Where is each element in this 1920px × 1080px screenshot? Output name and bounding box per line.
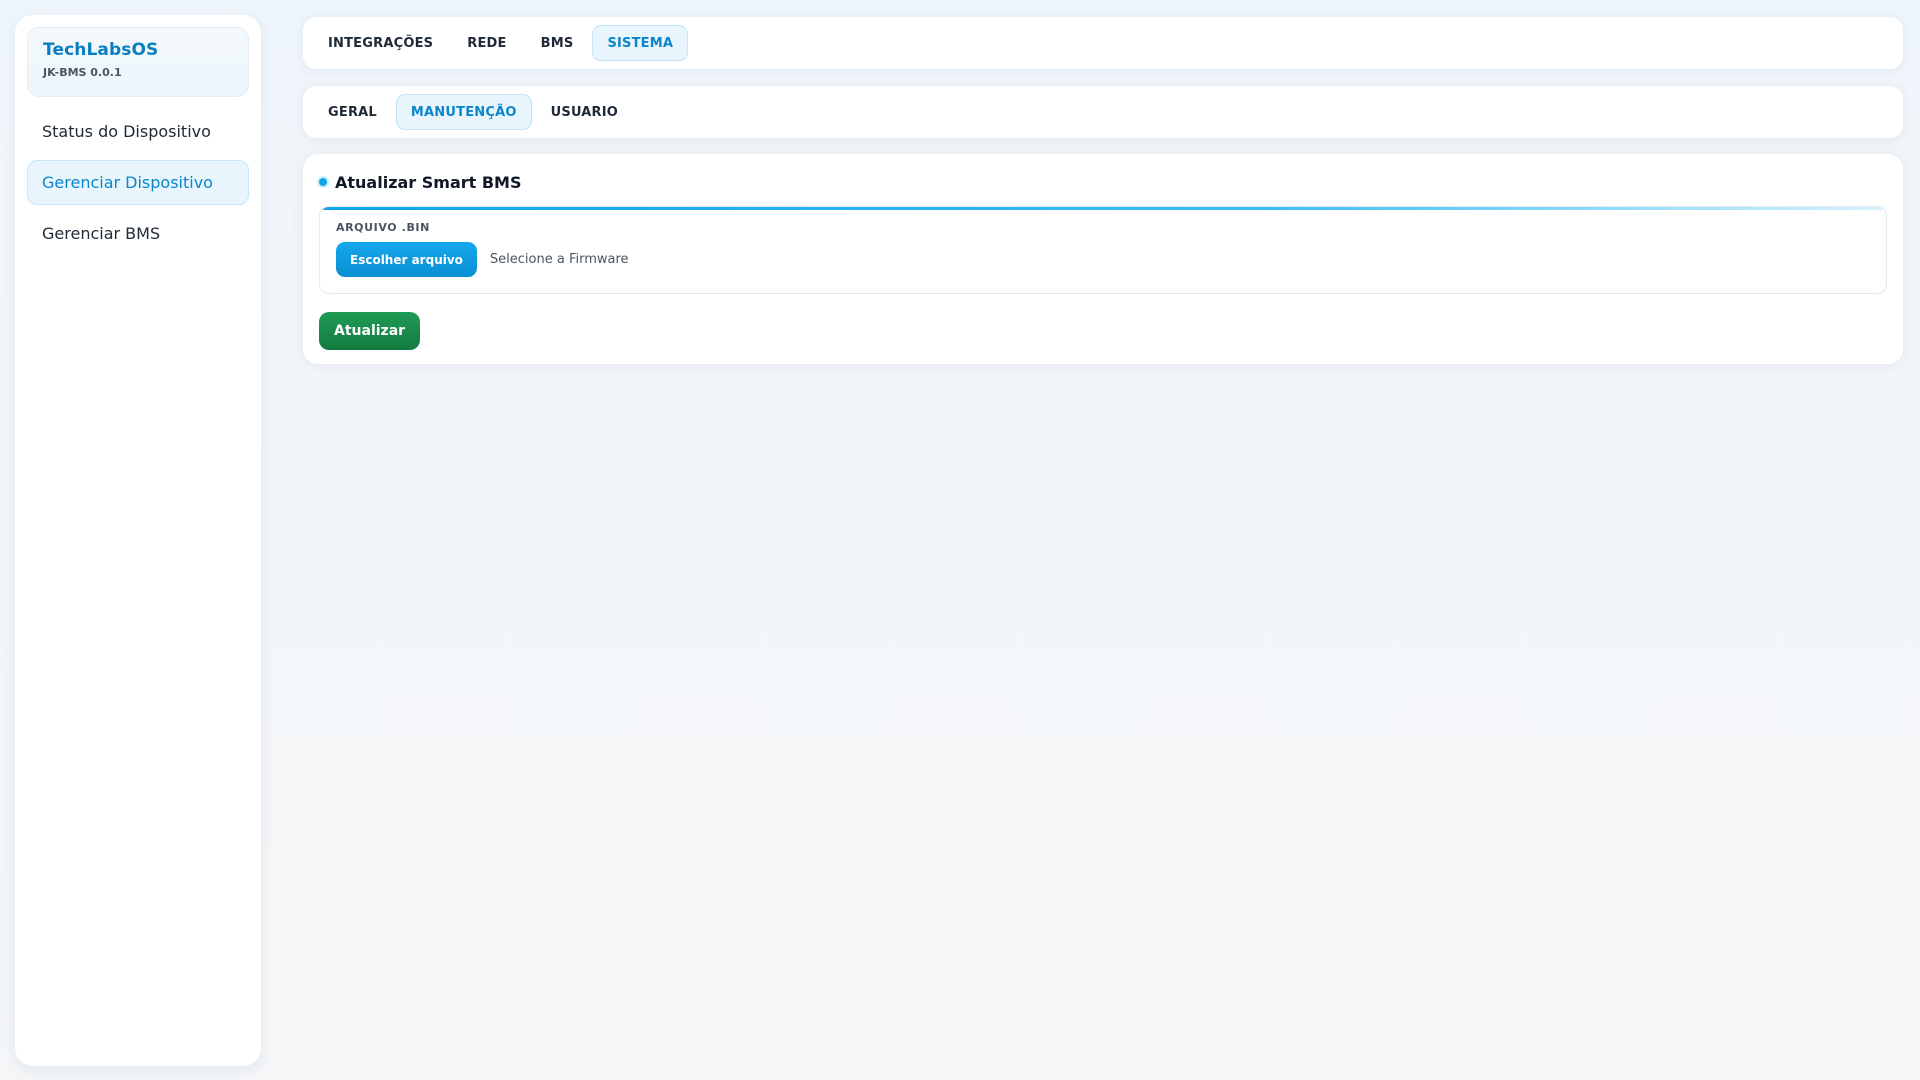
sidebar: TechLabsOS JK-BMS 0.0.1 Status do Dispos… <box>15 15 261 1066</box>
file-input-row: Escolher arquivo Selecione a Firmware <box>336 242 1870 277</box>
brand-card: TechLabsOS JK-BMS 0.0.1 <box>27 27 249 97</box>
sidebar-item-label: Gerenciar BMS <box>42 224 161 243</box>
tab-geral[interactable]: GERAL <box>313 94 392 130</box>
tab-integracoes[interactable]: INTEGRAÇÕES <box>313 25 448 61</box>
top-tab-bar: INTEGRAÇÕES REDE BMS SISTEMA <box>302 16 1904 70</box>
file-hint-text: Selecione a Firmware <box>489 252 629 267</box>
sub-tab-bar: GERAL MANUTENÇÃO USUARIO <box>302 85 1904 139</box>
sidebar-item-gerenciar-bms[interactable]: Gerenciar BMS <box>27 211 249 256</box>
tab-usuario[interactable]: USUARIO <box>536 94 633 130</box>
panel-header: Atualizar Smart BMS <box>319 172 1887 192</box>
brand-version: JK-BMS 0.0.1 <box>43 66 122 79</box>
choose-file-button[interactable]: Escolher arquivo <box>336 242 477 277</box>
firmware-update-panel: Atualizar Smart BMS ARQUIVO .BIN Escolhe… <box>302 153 1904 365</box>
panel-title: Atualizar Smart BMS <box>335 172 522 192</box>
sidebar-nav: Status do Dispositivo Gerenciar Disposit… <box>27 109 249 256</box>
sidebar-item-status-do-dispositivo[interactable]: Status do Dispositivo <box>27 109 249 154</box>
sidebar-item-label: Gerenciar Dispositivo <box>42 173 213 192</box>
status-dot-icon <box>319 178 327 186</box>
tab-manutencao[interactable]: MANUTENÇÃO <box>395 94 532 130</box>
tab-sistema[interactable]: SISTEMA <box>592 25 689 61</box>
file-upload-box: ARQUIVO .BIN Escolher arquivo Selecione … <box>319 206 1887 294</box>
tab-bms[interactable]: BMS <box>526 25 589 61</box>
tab-rede[interactable]: REDE <box>452 25 521 61</box>
app-root: TechLabsOS JK-BMS 0.0.1 Status do Dispos… <box>0 0 1920 1080</box>
brand-name: TechLabsOS <box>43 40 159 60</box>
update-button[interactable]: Atualizar <box>319 312 421 350</box>
file-field-label: ARQUIVO .BIN <box>336 221 430 234</box>
sidebar-item-label: Status do Dispositivo <box>42 122 211 141</box>
sidebar-item-gerenciar-dispositivo[interactable]: Gerenciar Dispositivo <box>27 160 249 205</box>
